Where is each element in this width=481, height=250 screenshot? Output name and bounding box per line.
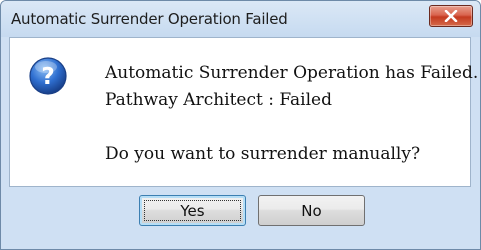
close-icon	[444, 10, 458, 22]
message-line: Do you want to surrender manually?	[105, 144, 421, 164]
yes-button[interactable]: Yes	[139, 195, 246, 226]
close-button[interactable]	[429, 5, 473, 27]
dialog-title: Automatic Surrender Operation Failed	[11, 10, 288, 28]
no-button-label: No	[301, 201, 322, 220]
dialog-window: Automatic Surrender Operation Failed ? A…	[0, 0, 481, 250]
question-icon: ?	[29, 57, 67, 95]
no-button[interactable]: No	[258, 195, 365, 226]
message-line: Pathway Architect : Failed	[105, 90, 332, 110]
message-text: Automatic Surrender Operation has Failed…	[105, 60, 478, 168]
message-panel: ? Automatic Surrender Operation has Fail…	[9, 37, 478, 187]
title-bar[interactable]: Automatic Surrender Operation Failed	[1, 1, 480, 37]
message-line: Automatic Surrender Operation has Failed…	[105, 63, 479, 83]
svg-text:?: ?	[41, 64, 54, 90]
focus-rectangle	[144, 200, 241, 221]
dialog-body: ? Automatic Surrender Operation has Fail…	[9, 37, 478, 241]
message-line	[105, 114, 478, 141]
